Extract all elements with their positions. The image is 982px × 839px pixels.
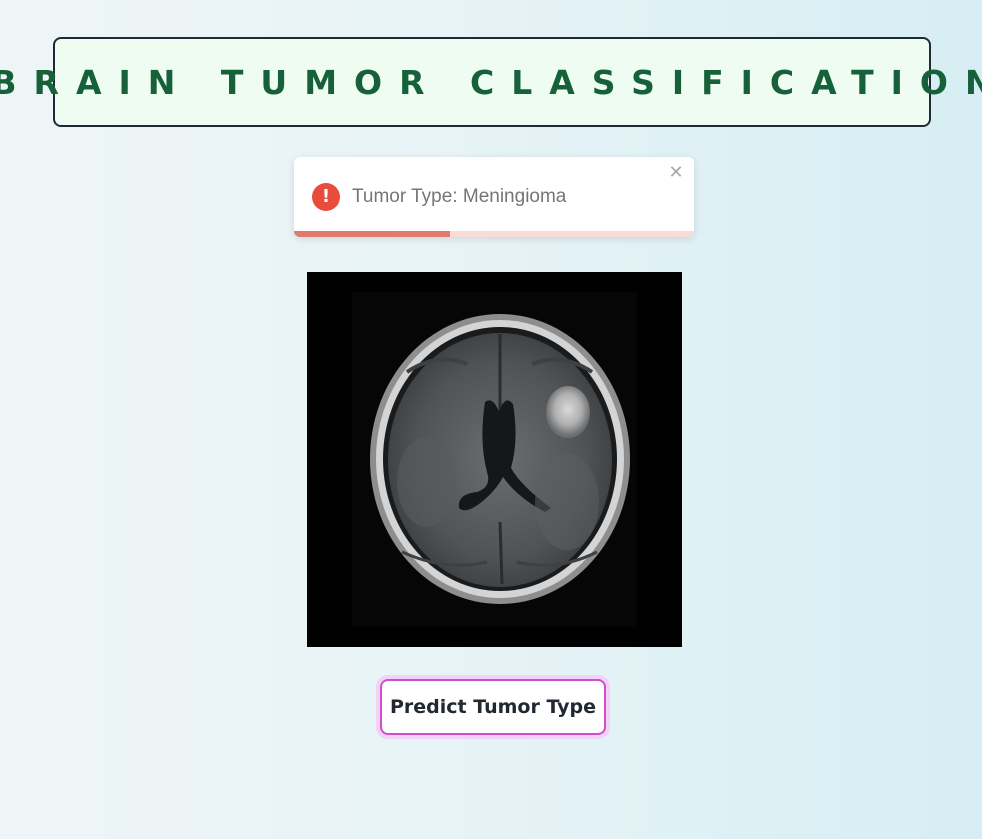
title-banner: BRAIN TUMOR CLASSIFICATION [0, 37, 982, 127]
mri-scan-graphic [307, 272, 682, 647]
toast-progress-fill [294, 231, 450, 237]
tumor-region [546, 386, 590, 438]
mri-scan-image [307, 272, 682, 647]
exclamation-circle-icon: ! [312, 183, 340, 211]
prediction-toast: ! Tumor Type: Meningioma ✕ [294, 157, 694, 237]
close-icon[interactable]: ✕ [666, 163, 686, 183]
page-title: BRAIN TUMOR CLASSIFICATION [0, 62, 982, 102]
toast-message: Tumor Type: Meningioma [352, 186, 567, 207]
predict-tumor-type-button[interactable]: Predict Tumor Type [376, 675, 610, 739]
toast-progress-track [294, 231, 694, 237]
predict-button-label: Predict Tumor Type [380, 679, 606, 735]
